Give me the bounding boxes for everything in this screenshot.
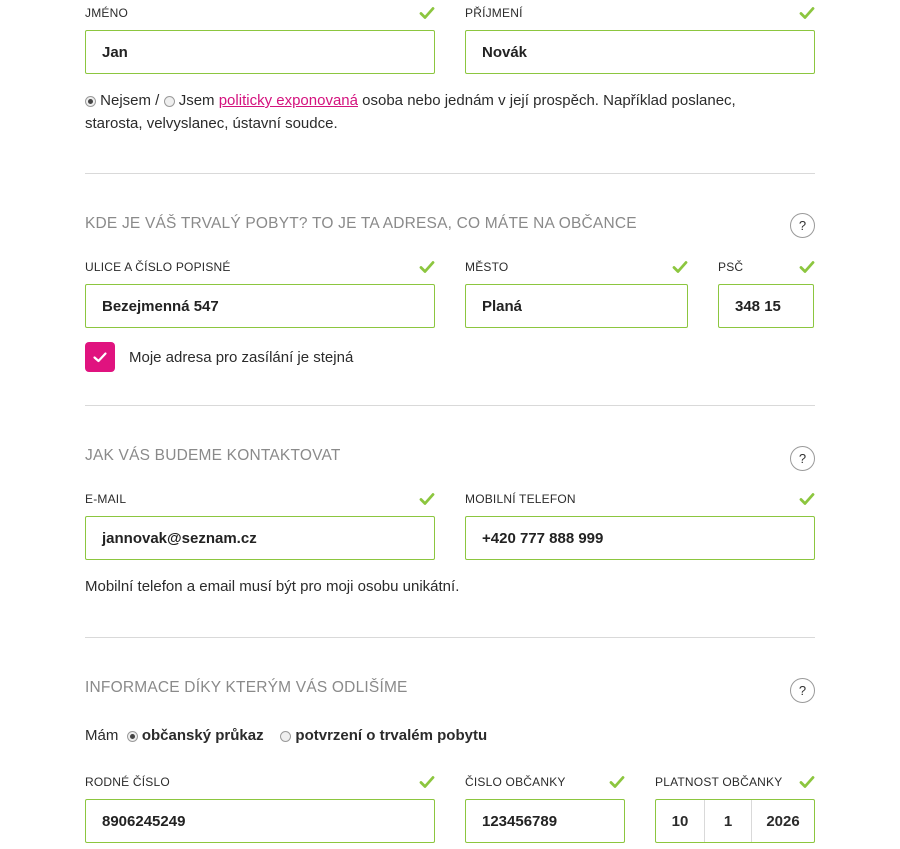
residence-permit-option-label[interactable]: potvrzení o trvalém pobytu [295,727,487,744]
pep-radio-no[interactable] [85,95,96,107]
same-address-checkbox[interactable] [85,342,115,372]
section-divider [85,405,815,406]
section-divider [85,637,815,638]
email-input[interactable]: jannovak@seznam.cz [85,516,435,560]
id-card-radio[interactable] [126,730,138,742]
id-number-label: ČISLO OBČANKY [465,775,566,789]
pep-text-1: osoba nebo jednám v její prospěch. Napří… [362,92,736,109]
validity-day-field[interactable]: 10 [656,800,704,842]
help-icon[interactable]: ? [790,446,815,471]
document-type-selector: Mám občanský průkaz potvrzení o trvalém … [85,724,487,747]
last-name-label: PŘÍJMENÍ [465,6,523,20]
check-icon [799,261,815,273]
pep-text-2: starosta, velvyslanec, ústavní soudce. [85,115,338,132]
validity-label: PLATNOST OBČANKY [655,775,783,789]
validity-year-field[interactable]: 2026 [751,800,814,842]
help-icon[interactable]: ? [790,678,815,703]
pep-radio-yes[interactable] [163,95,175,107]
first-name-label: JMÉNO [85,6,128,20]
validity-month-field[interactable]: 1 [704,800,751,842]
street-input[interactable]: Bezejmenná 547 [85,284,435,328]
check-icon [799,7,815,19]
first-name-input[interactable]: Jan [85,30,435,74]
phone-label: MOBILNÍ TELEFON [465,492,576,506]
check-icon [609,776,625,788]
zip-label: PSČ [718,260,744,274]
birth-number-input[interactable]: 8906245249 [85,799,435,843]
section-divider [85,173,815,174]
check-icon [672,261,688,273]
address-section-title: KDE JE VÁŠ TRVALÝ POBYT? TO JE TA ADRESA… [85,215,637,232]
checkmark-icon [93,352,107,363]
pep-option-no-label[interactable]: Nejsem / [100,92,159,109]
check-icon [799,776,815,788]
residence-permit-radio[interactable] [280,730,292,742]
check-icon [799,493,815,505]
id-card-option-label[interactable]: občanský průkaz [142,727,264,744]
have-label: Mám [85,727,119,744]
contact-section-title: JAK VÁS BUDEME KONTAKTOVAT [85,447,341,464]
email-label: E-MAIL [85,492,127,506]
zip-input[interactable]: 348 15 [718,284,814,328]
pep-statement: Nejsem / Jsem politicky exponovaná osoba… [85,89,805,135]
check-icon [419,776,435,788]
street-label: ULICE A ČÍSLO POPISNÉ [85,260,231,274]
help-icon[interactable]: ? [790,213,815,238]
contact-note: Mobilní telefon a email musí být pro moj… [85,578,460,595]
check-icon [419,493,435,505]
validity-date-input: 10 1 2026 [655,799,815,843]
phone-input[interactable]: +420 777 888 999 [465,516,815,560]
city-input[interactable]: Planá [465,284,688,328]
id-number-input[interactable]: 123456789 [465,799,625,843]
identity-section-title: INFORMACE DÍKY KTERÝM VÁS ODLIŠÍME [85,679,408,696]
pep-link[interactable]: politicky exponovaná [219,92,358,109]
city-label: MĚSTO [465,260,509,274]
check-icon [419,7,435,19]
birth-number-label: RODNÉ ČÍSLO [85,775,170,789]
pep-option-yes-label[interactable]: Jsem [179,92,215,109]
check-icon [419,261,435,273]
same-address-label[interactable]: Moje adresa pro zasílání je stejná [129,346,353,369]
last-name-input[interactable]: Novák [465,30,815,74]
